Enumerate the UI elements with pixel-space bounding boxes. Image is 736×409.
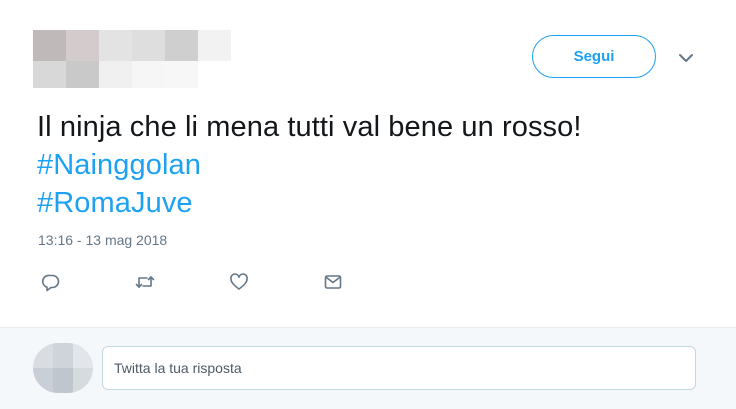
tweet-text-body: Il ninja che li mena tutti val bene un r… (37, 111, 582, 143)
reply-input[interactable] (102, 346, 696, 390)
author-info-blurred (33, 30, 231, 88)
chevron-down-icon[interactable] (677, 49, 695, 67)
like-icon[interactable] (226, 270, 252, 294)
tweet-timestamp[interactable]: 13:16 - 13 mag 2018 (38, 232, 167, 248)
avatar (33, 343, 93, 393)
follow-button[interactable]: Segui (532, 35, 656, 78)
message-icon[interactable] (320, 270, 346, 294)
retweet-icon[interactable] (132, 270, 158, 294)
hashtag-link[interactable]: #RomaJuve (37, 184, 697, 222)
tweet-text: Il ninja che li mena tutti val bene un r… (37, 108, 697, 222)
hashtag-link[interactable]: #Nainggolan (37, 146, 697, 184)
tweet-card: Segui Il ninja che li mena tutti val ben… (0, 0, 736, 327)
reply-icon[interactable] (38, 270, 64, 294)
